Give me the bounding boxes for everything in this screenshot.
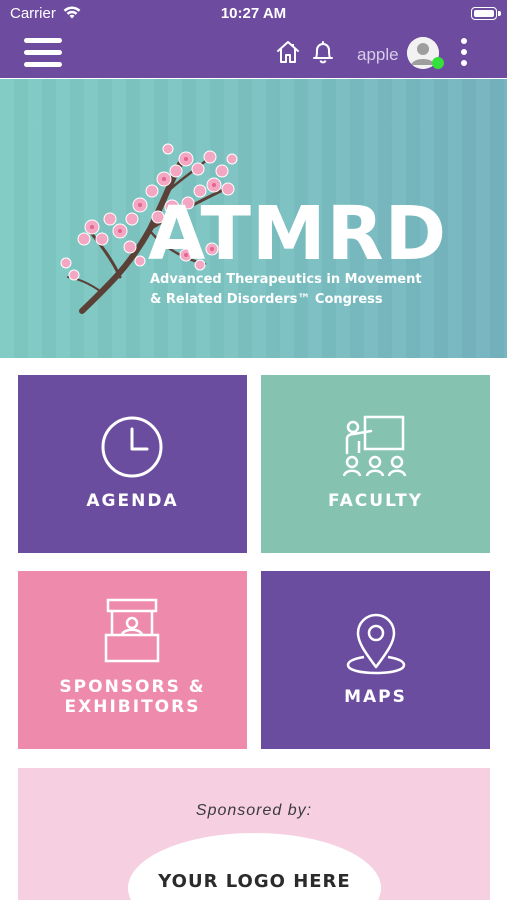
sponsor-logo-text: YOUR LOGO HERE (158, 871, 351, 892)
status-bar: Carrier 10:27 AM (0, 0, 507, 30)
agenda-tile[interactable]: AGENDA (18, 375, 247, 553)
banner-subtitle-line1: Advanced Therapeutics in Movement (150, 272, 422, 287)
map-pin-icon (346, 613, 406, 675)
presentation-icon (343, 415, 407, 477)
event-banner: ATMRD Advanced Therapeutics in Movement … (0, 79, 507, 358)
more-vertical-icon[interactable] (456, 38, 472, 68)
maps-tile[interactable]: MAPS (261, 571, 490, 749)
online-status-indicator (432, 57, 444, 69)
bell-icon[interactable] (310, 39, 336, 65)
sponsors-label-line2: EXHIBITORS (64, 697, 201, 717)
status-time: 10:27 AM (220, 5, 287, 22)
username-label[interactable]: apple (357, 45, 399, 65)
sponsored-by-label: Sponsored by: (195, 802, 313, 819)
sponsor-logo[interactable]: YOUR LOGO HERE (128, 833, 381, 900)
agenda-label: AGENDA (86, 491, 179, 511)
sponsor-panel: Sponsored by: YOUR LOGO HERE (18, 768, 490, 900)
faculty-tile[interactable]: FACULTY (261, 375, 490, 553)
battery-icon (471, 7, 501, 20)
faculty-label: FACULTY (327, 491, 424, 511)
home-icon[interactable] (275, 39, 301, 65)
top-nav-bar: apple (0, 30, 507, 78)
sponsors-label-line1: SPONSORS & (59, 677, 206, 697)
hamburger-menu-icon[interactable] (24, 36, 64, 70)
clock-icon (101, 416, 163, 478)
banner-title: ATMRD (148, 191, 448, 277)
maps-label: MAPS (344, 687, 407, 707)
booth-icon (104, 598, 160, 663)
sponsors-exhibitors-tile[interactable]: SPONSORS & EXHIBITORS (18, 571, 247, 749)
banner-subtitle-line2: & Related Disorders™ Congress (150, 292, 383, 307)
